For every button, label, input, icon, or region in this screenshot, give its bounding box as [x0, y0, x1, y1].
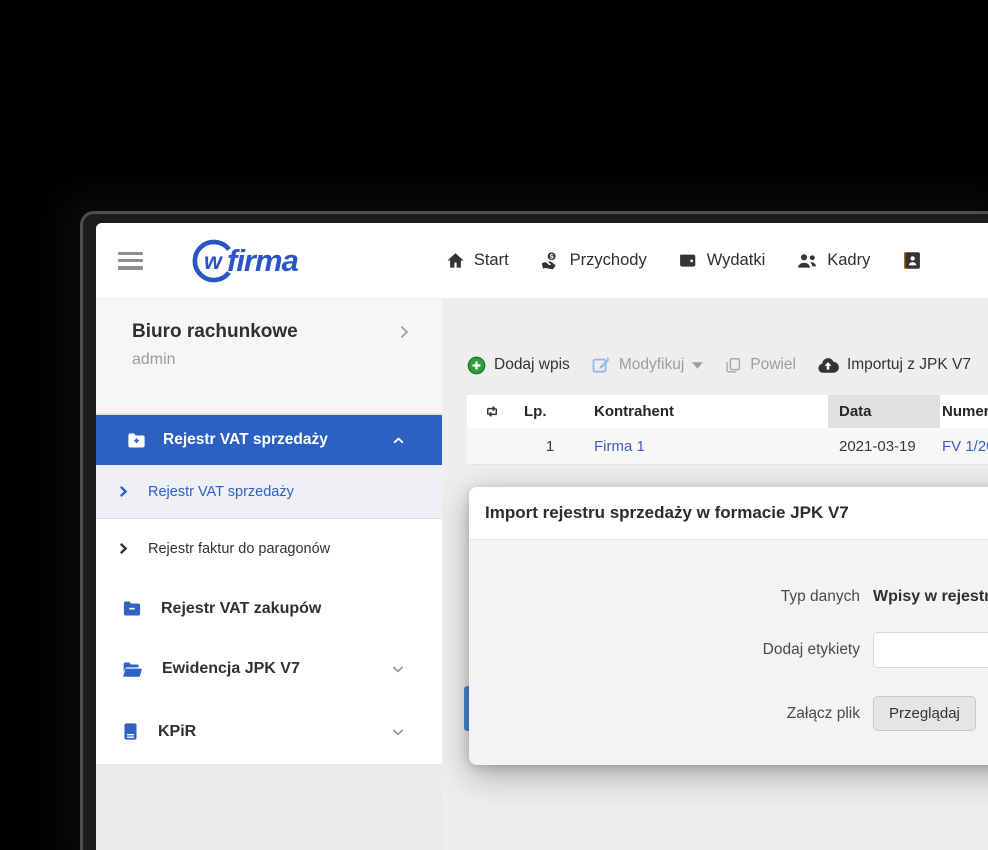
wfirma-logo[interactable]: w firma — [191, 237, 298, 285]
table-header-row: Lp. Kontrahent Data Numer — [467, 395, 988, 428]
address-book-icon — [901, 250, 922, 271]
app-screen: w firma Start Przychody — [96, 223, 988, 850]
sidebar-item-rejestr-vat-sprzedazy-group[interactable]: Rejestr VAT sprzedaży — [96, 415, 442, 465]
book-icon — [122, 722, 139, 741]
folder-open-icon — [122, 661, 143, 678]
sidebar-item-label: Rejestr VAT zakupów — [161, 600, 321, 618]
sidebar-item-label: KPiR — [158, 723, 196, 741]
svg-text:w: w — [204, 248, 224, 274]
sidebar-item-rejestr-vat-zakupow[interactable]: Rejestr VAT zakupów — [96, 578, 442, 639]
sidebar-item-label: Rejestr VAT sprzedaży — [163, 431, 328, 449]
import-jpk-button[interactable]: Importuj z JPK V7 — [817, 356, 971, 374]
copy-icon — [724, 356, 742, 375]
wallet-icon — [678, 251, 698, 270]
account-user: admin — [132, 351, 412, 369]
folder-minus-icon — [122, 600, 142, 617]
cloud-upload-icon — [817, 356, 839, 374]
labels-label: Dodaj etykiety — [469, 641, 860, 659]
plus-circle-icon — [467, 356, 486, 375]
repeat-sort-icon[interactable] — [467, 403, 515, 420]
col-header-data[interactable]: Data — [828, 395, 940, 428]
main-content: Dodaj wpis Modyfikuj — [442, 299, 988, 850]
sidebar-subitem-label: Rejestr faktur do paragonów — [148, 541, 330, 557]
device-frame: w firma Start Przychody — [80, 211, 988, 850]
sidebar-footer — [96, 764, 442, 850]
hand-dollar-icon — [540, 251, 561, 271]
caret-down-icon — [692, 362, 703, 369]
sidebar-item-ewidencja-jpk[interactable]: Ewidencja JPK V7 — [96, 639, 442, 699]
page-background: w firma Start Przychody — [0, 0, 988, 850]
sidebar-item-label: Ewidencja JPK V7 — [162, 660, 300, 678]
chevron-right-icon — [117, 485, 130, 498]
modal-header: Import rejestru sprzedaży w formacie JPK… — [469, 487, 988, 540]
chevron-right-icon — [396, 324, 412, 340]
cell-numer-link[interactable]: FV 1/2021 — [942, 438, 988, 455]
browse-button[interactable]: Przeglądaj — [873, 696, 976, 731]
sidebar-subitem-rejestr-vat-sprzedazy[interactable]: Rejestr VAT sprzedaży — [96, 465, 442, 519]
modal-title: Import rejestru sprzedaży w formacie JPK… — [485, 503, 849, 523]
main-nav: Start Przychody Wydatki — [446, 250, 923, 271]
col-header-lp[interactable]: Lp. — [515, 403, 585, 420]
chevron-down-icon — [390, 661, 406, 677]
users-icon — [796, 251, 818, 270]
cell-kontrahent-link[interactable]: Firma 1 — [594, 438, 645, 455]
toolbar: Dodaj wpis Modyfikuj — [467, 355, 971, 375]
sidebar: Biuro rachunkowe admin Rejestr VAT sprze… — [96, 299, 442, 850]
home-icon — [446, 251, 465, 270]
add-entry-button[interactable]: Dodaj wpis — [467, 356, 570, 375]
chevron-right-icon — [117, 542, 130, 555]
edit-icon — [591, 355, 611, 375]
col-header-kontrahent[interactable]: Kontrahent — [585, 403, 828, 420]
chevron-up-icon — [391, 433, 406, 448]
wfirma-logo-text: firma — [227, 243, 298, 279]
type-value: Wpisy w rejestrze — [873, 588, 988, 606]
cell-data: 2021-03-19 — [828, 428, 940, 464]
account-name: Biuro rachunkowe — [132, 321, 298, 343]
entries-table: Lp. Kontrahent Data Numer 1 Firma 1 2021… — [467, 395, 988, 465]
sidebar-item-kpir[interactable]: KPiR — [96, 699, 442, 764]
nav-item-kadry[interactable]: Kadry — [796, 251, 870, 270]
duplicate-button[interactable]: Powiel — [724, 356, 796, 375]
labels-input[interactable] — [873, 632, 988, 668]
table-row[interactable]: 1 Firma 1 2021-03-19 FV 1/2021 — [467, 428, 988, 465]
nav-item-wydatki[interactable]: Wydatki — [678, 251, 766, 270]
sidebar-subitem-rejestr-faktur[interactable]: Rejestr faktur do paragonów — [96, 519, 442, 578]
folder-plus-icon — [127, 432, 146, 449]
nav-item-przychody[interactable]: Przychody — [540, 251, 647, 271]
account-switcher[interactable]: Biuro rachunkowe admin — [96, 299, 442, 415]
nav-item-start[interactable]: Start — [446, 251, 509, 270]
file-label: Załącz plik — [469, 705, 860, 723]
type-label: Typ danych — [469, 588, 860, 606]
modify-button[interactable]: Modyfikuj — [591, 355, 703, 375]
sidebar-subitem-label: Rejestr VAT sprzedaży — [148, 484, 294, 500]
nav-item-crm[interactable] — [901, 250, 922, 271]
top-navbar: w firma Start Przychody — [96, 223, 988, 299]
col-header-numer[interactable]: Numer — [940, 403, 988, 420]
chevron-down-icon — [390, 724, 406, 740]
import-modal: Import rejestru sprzedaży w formacie JPK… — [469, 487, 988, 765]
menu-hamburger-icon[interactable] — [118, 252, 143, 270]
cell-lp: 1 — [515, 438, 585, 455]
